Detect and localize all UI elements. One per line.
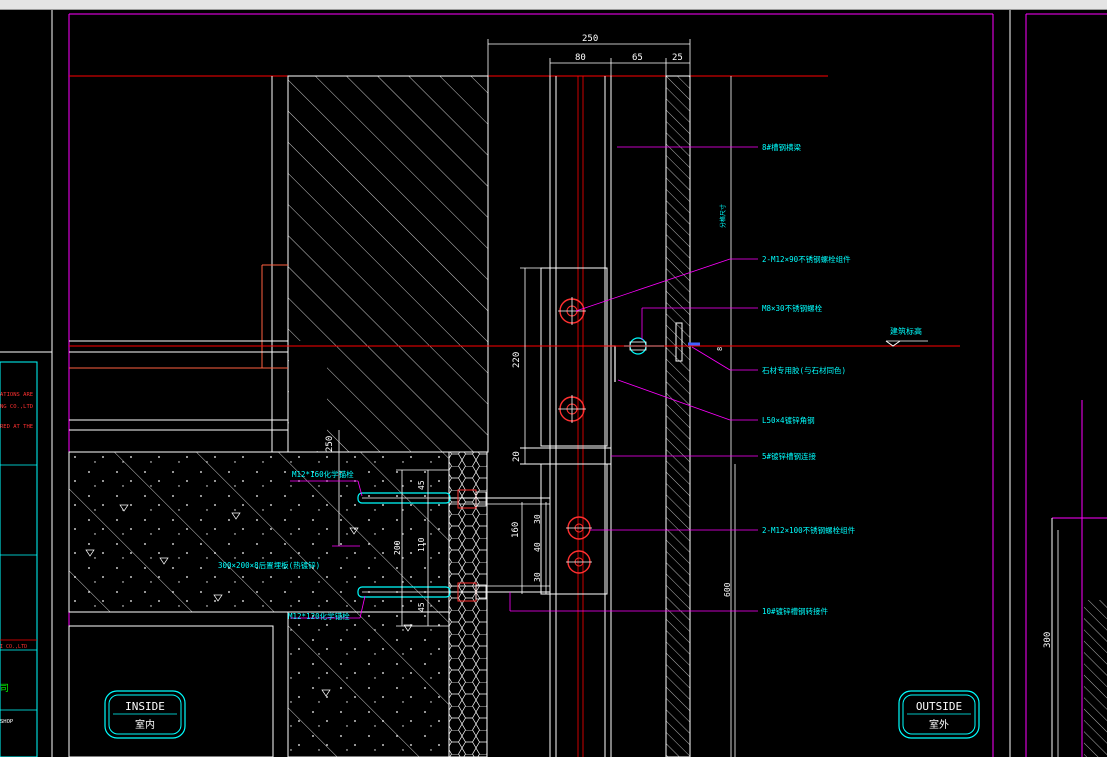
- window-title-bar: [0, 0, 1107, 10]
- label-bolt-m12x90: 2-M12×90不锈钢螺栓组件: [762, 254, 851, 264]
- label-channel-connection: 5#镀锌槽钢连接: [762, 451, 817, 461]
- label-angle-steel: L50×4镀锌角钢: [762, 415, 815, 425]
- dim-110: 110: [417, 537, 426, 552]
- label-bolt-m8x30: M8×30不锈钢螺栓: [762, 303, 823, 313]
- label-stone-adhesive: 石材专用胶(与石材同色): [762, 365, 846, 375]
- dim-45-a: 45: [417, 480, 426, 490]
- label-building-level: 建筑标高: [890, 326, 922, 336]
- dim-20: 20: [512, 451, 522, 462]
- dim-160: 160: [511, 522, 521, 538]
- sidebar-note-2: NG CO.,LTD: [0, 404, 33, 410]
- label-anchor-m12x120: M12*120化学锚栓: [288, 611, 350, 621]
- dim-30-b: 30: [533, 572, 542, 582]
- inside-label-en: INSIDE: [125, 700, 165, 713]
- inside-label-cn: 室内: [135, 718, 155, 731]
- sidebar-note-1: ATIONS ARE: [0, 392, 33, 398]
- label-adapter-piece: 10#镀锌槽钢转接件: [762, 606, 829, 616]
- sidebar-company-en: I CO.,LTD: [0, 644, 27, 650]
- sidebar-shop: SHOP: [0, 719, 14, 725]
- dim-300: 300: [1043, 632, 1053, 648]
- dim-split-size: 分格尺寸: [719, 204, 727, 228]
- dim-600: 600: [723, 582, 732, 597]
- cad-drawing-canvas[interactable]: ATIONS ARE NG CO.,LTD RED AT THE I CO.,L…: [0, 10, 1107, 757]
- left-title-block: ATIONS ARE NG CO.,LTD RED AT THE I CO.,L…: [0, 10, 53, 757]
- dim-80: 80: [575, 53, 586, 63]
- dim-250-vert: 250: [325, 436, 335, 452]
- dim-220: 220: [512, 352, 522, 368]
- outside-label-cn: 室外: [929, 718, 949, 731]
- sidebar-note-3: RED AT THE: [0, 424, 33, 430]
- dim-25: 25: [672, 53, 683, 63]
- building-level-line: [69, 340, 960, 347]
- concrete-structure: [68, 75, 489, 757]
- label-anchor-m12x160: M12*160化学锚栓: [292, 469, 354, 479]
- dim-200: 200: [393, 540, 402, 555]
- dim-8: 8: [716, 347, 724, 351]
- outside-badge: OUTSIDE 室外: [898, 690, 980, 739]
- label-bolt-m12x100: 2-M12×100不锈钢螺栓组件: [762, 525, 856, 535]
- steel-framing: [449, 75, 732, 757]
- label-channel-beam: 8#槽钢横梁: [762, 142, 802, 152]
- outside-label-en: OUTSIDE: [916, 700, 962, 713]
- sidebar-company-cn: 司: [0, 683, 9, 694]
- dim-40: 40: [533, 542, 542, 552]
- dim-250: 250: [582, 34, 598, 44]
- dim-45-b: 45: [417, 602, 426, 612]
- inside-badge: INSIDE 室内: [104, 690, 186, 739]
- dim-65: 65: [632, 53, 643, 63]
- dim-30-a: 30: [533, 514, 542, 524]
- label-embedded-plate: 300×200×8后置埋板(热镀锌): [218, 560, 320, 570]
- drawing-frames: [68, 10, 1107, 757]
